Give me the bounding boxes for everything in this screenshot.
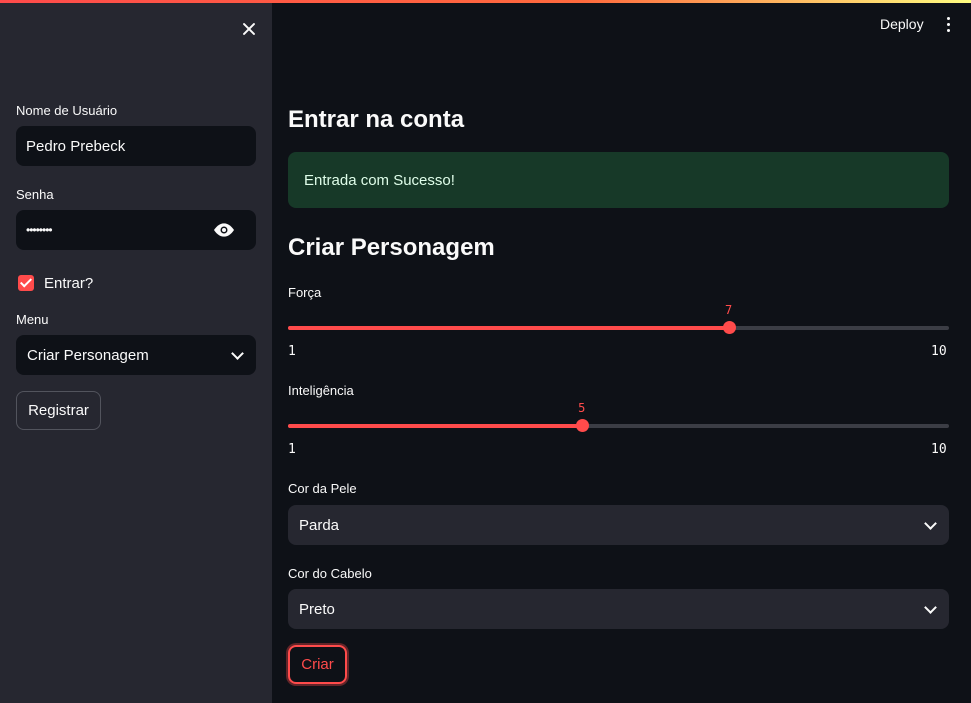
intelligence-slider-fill <box>288 424 582 428</box>
strength-max-label: 10 <box>931 344 947 359</box>
register-button[interactable]: Registrar <box>16 391 101 430</box>
password-value: •••••••• <box>26 223 53 237</box>
password-label: Senha <box>16 187 54 202</box>
password-input[interactable]: •••••••• <box>16 210 256 250</box>
create-button[interactable]: Criar <box>288 645 347 684</box>
hair-color-label: Cor do Cabelo <box>288 566 372 581</box>
username-input[interactable]: Pedro Prebeck <box>16 126 256 166</box>
strength-slider[interactable]: 7 <box>288 303 949 334</box>
hair-color-value: Preto <box>299 600 335 618</box>
login-checkbox[interactable] <box>18 275 34 291</box>
intelligence-min-label: 1 <box>288 442 296 457</box>
success-alert: Entrada com Sucesso! <box>288 152 949 208</box>
intelligence-slider-thumb[interactable] <box>575 419 589 432</box>
create-title: Criar Personagem <box>288 234 495 261</box>
intelligence-value: 5 <box>578 401 586 415</box>
login-checkbox-label[interactable]: Entrar? <box>44 275 93 292</box>
skin-color-label: Cor da Pele <box>288 481 357 496</box>
chevron-down-icon <box>924 601 937 614</box>
success-message: Entrada com Sucesso! <box>304 171 455 189</box>
menu-selected-value: Criar Personagem <box>27 346 149 364</box>
eye-icon[interactable] <box>214 222 234 238</box>
login-title: Entrar na conta <box>288 106 465 133</box>
username-label: Nome de Usuário <box>16 103 118 118</box>
close-icon[interactable] <box>239 19 259 39</box>
strength-value: 7 <box>725 303 733 317</box>
hair-color-select[interactable]: Preto <box>288 589 949 629</box>
skin-color-select[interactable]: Parda <box>288 505 949 545</box>
chevron-down-icon <box>231 347 244 360</box>
intelligence-slider[interactable]: 5 <box>288 401 949 432</box>
chevron-down-icon <box>924 517 937 530</box>
username-value: Pedro Prebeck <box>26 137 126 155</box>
kebab-menu-icon[interactable] <box>947 17 951 33</box>
menu-select[interactable]: Criar Personagem <box>16 335 256 375</box>
strength-slider-thumb[interactable] <box>722 321 736 334</box>
intelligence-label: Inteligência <box>288 383 354 398</box>
menu-label: Menu <box>16 312 49 327</box>
sidebar: Nome de Usuário Pedro Prebeck Senha ••••… <box>0 3 272 703</box>
strength-label: Força <box>288 285 322 300</box>
skin-color-value: Parda <box>299 516 340 534</box>
intelligence-max-label: 10 <box>931 442 947 457</box>
strength-slider-fill <box>288 326 729 330</box>
strength-min-label: 1 <box>288 344 296 359</box>
deploy-button[interactable]: Deploy <box>880 16 924 32</box>
